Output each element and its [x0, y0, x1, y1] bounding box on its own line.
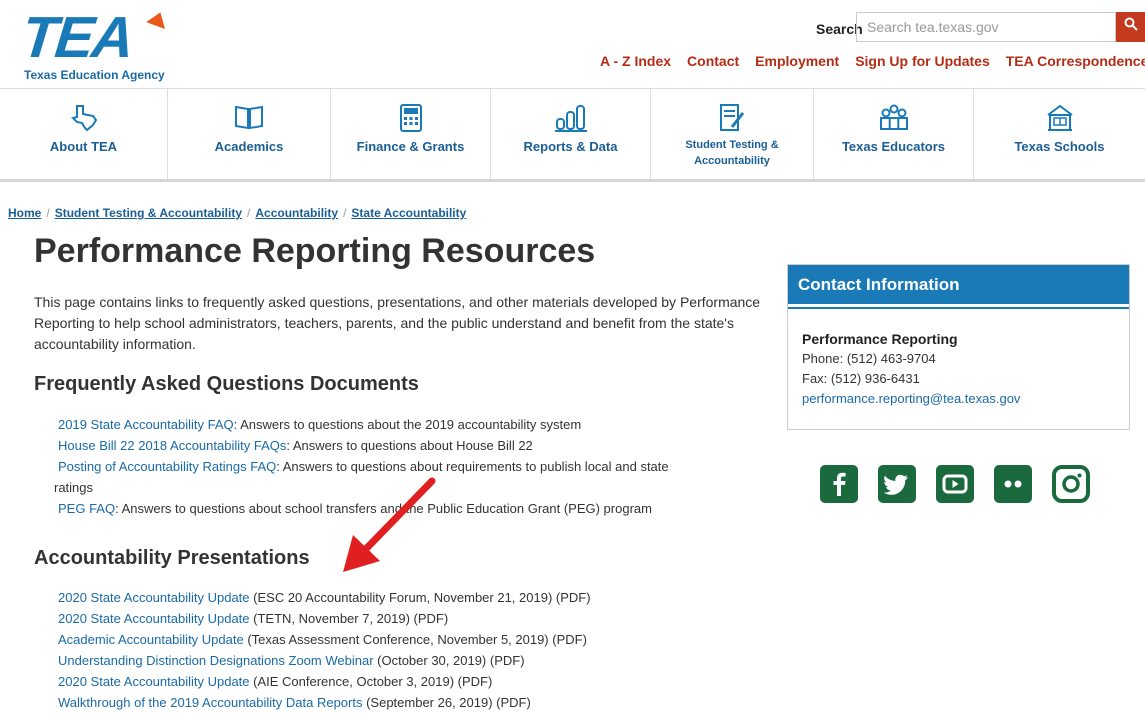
school-building-icon	[974, 103, 1145, 135]
search-icon	[1124, 17, 1138, 35]
list-item-text: (September 26, 2019) (PDF)	[362, 695, 531, 710]
nav-label: Texas Educators	[841, 139, 946, 154]
list-item-continuation: ratings	[54, 477, 669, 498]
list-item-text: (TETN, November 7, 2019) (PDF)	[249, 611, 449, 626]
page-title: Performance Reporting Resources	[34, 232, 596, 270]
nav-label: Academics	[214, 139, 284, 154]
book-icon	[168, 103, 330, 135]
faq-list: 2019 State Accountability FAQ: Answers t…	[54, 414, 669, 519]
breadcrumb: Home / Student Testing & Accountability / Ac…	[8, 206, 466, 220]
breadcrumb-state-accountability[interactable]: State Accountability	[351, 206, 466, 220]
list-item-text: : Answers to questions about the 2019 ac…	[233, 417, 582, 432]
nav-label: About TEA	[49, 139, 118, 154]
breadcrumb-accountability[interactable]: Accountability	[255, 206, 338, 220]
presentations-heading: Accountability Presentations	[34, 547, 310, 569]
contact-phone: Phone: (512) 463-9704	[802, 351, 936, 366]
utility-link-az-index[interactable]: A - Z Index	[600, 53, 671, 69]
presentation-link[interactable]: Understanding Distinction Designations Z…	[58, 653, 374, 668]
faq-heading: Frequently Asked Questions Documents	[34, 373, 419, 395]
list-item-text: (Texas Assessment Conference, November 5…	[243, 632, 587, 647]
utility-link-sign-up[interactable]: Sign Up for Updates	[855, 53, 990, 69]
list-item-text: (October 30, 2019) (PDF)	[373, 653, 525, 668]
contact-heading: Contact Information	[788, 265, 1129, 307]
breadcrumb-separator: /	[46, 206, 50, 220]
nav-item-about-tea[interactable]: About TEA	[0, 89, 168, 179]
nav-item-finance-grants[interactable]: Finance & Grants	[331, 89, 491, 179]
list-item-text: (ESC 20 Accountability Forum, November 2…	[249, 590, 591, 605]
tea-logo[interactable]: TEA Texas Education Agency	[18, 5, 172, 86]
nav-label: Finance & Grants	[356, 139, 465, 154]
breadcrumb-separator: /	[247, 206, 251, 220]
faq-link[interactable]: PEG FAQ	[58, 501, 115, 516]
faq-link[interactable]: Posting of Accountability Ratings FAQ	[58, 459, 276, 474]
list-item: Walkthrough of the 2019 Accountability D…	[58, 692, 591, 713]
nav-item-reports-data[interactable]: Reports & Data	[491, 89, 651, 179]
facebook-icon[interactable]	[820, 465, 858, 503]
logo-wordmark: TEA	[18, 5, 136, 70]
search-input[interactable]: Search tea.texas.gov	[856, 12, 1116, 42]
list-item: PEG FAQ: Answers to questions about scho…	[58, 498, 669, 519]
list-item: 2020 State Accountability Update (AIE Co…	[58, 671, 591, 692]
presentation-link[interactable]: Walkthrough of the 2019 Accountability D…	[58, 695, 362, 710]
list-item: House Bill 22 2018 Accountability FAQs: …	[58, 435, 669, 456]
contact-fax: Fax: (512) 936-6431	[802, 371, 920, 386]
presentations-list: 2020 State Accountability Update (ESC 20…	[58, 587, 591, 713]
breadcrumb-separator: /	[343, 206, 347, 220]
faq-link[interactable]: House Bill 22 2018 Accountability FAQs	[58, 438, 286, 453]
instagram-icon[interactable]	[1052, 465, 1090, 503]
intro-paragraph: This page contains links to frequently a…	[34, 294, 761, 352]
list-item: Understanding Distinction Designations Z…	[58, 650, 591, 671]
test-paper-icon	[651, 103, 813, 135]
breadcrumb-home[interactable]: Home	[8, 206, 41, 220]
utility-links: A - Z Index Contact Employment Sign Up for …	[600, 53, 1145, 69]
breadcrumb-student-testing[interactable]: Student Testing & Accountability	[55, 206, 242, 220]
utility-link-correspondence[interactable]: TEA Correspondence	[1006, 53, 1145, 69]
presentation-link[interactable]: 2020 State Accountability Update	[58, 674, 250, 689]
nav-label: Student Testing & Accountability	[685, 139, 779, 167]
presentation-link[interactable]: Academic Accountability Update	[58, 632, 244, 647]
list-item: Academic Accountability Update (Texas As…	[58, 629, 591, 650]
presentation-link[interactable]: 2020 State Accountability Update	[58, 611, 250, 626]
bar-chart-icon	[491, 103, 650, 135]
list-item: 2020 State Accountability Update (TETN, …	[58, 608, 591, 629]
contact-information-box: Contact Information Performance Reportin…	[787, 264, 1130, 430]
twitter-icon[interactable]	[878, 465, 916, 503]
list-item: 2019 State Accountability FAQ: Answers t…	[58, 414, 669, 435]
list-item-text: : Answers to questions about House Bill …	[286, 438, 533, 453]
site-header: TEA Texas Education Agency Search Search…	[0, 0, 1145, 88]
list-item-text: : Answers to questions about school tran…	[115, 501, 652, 516]
list-item-text: ratings	[54, 480, 94, 495]
main-nav: About TEA Academics Finance & Grants Rep…	[0, 88, 1145, 182]
presentation-link[interactable]: 2020 State Accountability Update	[58, 590, 250, 605]
search-button[interactable]	[1116, 12, 1145, 42]
list-item-text: (AIE Conference, October 3, 2019) (PDF)	[249, 674, 493, 689]
texas-map-icon	[0, 103, 167, 135]
utility-link-contact[interactable]: Contact	[687, 53, 739, 69]
calculator-icon	[331, 103, 490, 135]
list-item-text: : Answers to questions about requirement…	[276, 459, 669, 474]
people-icon	[814, 103, 973, 135]
faq-link[interactable]: 2019 State Accountability FAQ	[58, 417, 234, 432]
nav-item-student-testing[interactable]: Student Testing & Accountability	[651, 89, 814, 179]
nav-item-texas-educators[interactable]: Texas Educators	[814, 89, 974, 179]
utility-link-employment[interactable]: Employment	[755, 53, 839, 69]
graduation-cap-icon	[146, 9, 170, 29]
nav-label: Reports & Data	[523, 139, 618, 154]
nav-label: Texas Schools	[1014, 139, 1105, 154]
list-item: 2020 State Accountability Update (ESC 20…	[58, 587, 591, 608]
contact-email-link[interactable]: performance.reporting@tea.texas.gov	[802, 391, 1020, 406]
flickr-icon[interactable]	[994, 465, 1032, 503]
logo-subtitle: Texas Education Agency	[24, 68, 165, 82]
youtube-icon[interactable]	[936, 465, 974, 503]
divider	[788, 307, 1129, 309]
nav-item-texas-schools[interactable]: Texas Schools	[974, 89, 1145, 179]
contact-org: Performance Reporting	[802, 331, 958, 347]
list-item: Posting of Accountability Ratings FAQ: A…	[58, 456, 669, 477]
nav-item-academics[interactable]: Academics	[168, 89, 331, 179]
contact-details: Performance Reporting Phone: (512) 463-9…	[802, 329, 1020, 409]
